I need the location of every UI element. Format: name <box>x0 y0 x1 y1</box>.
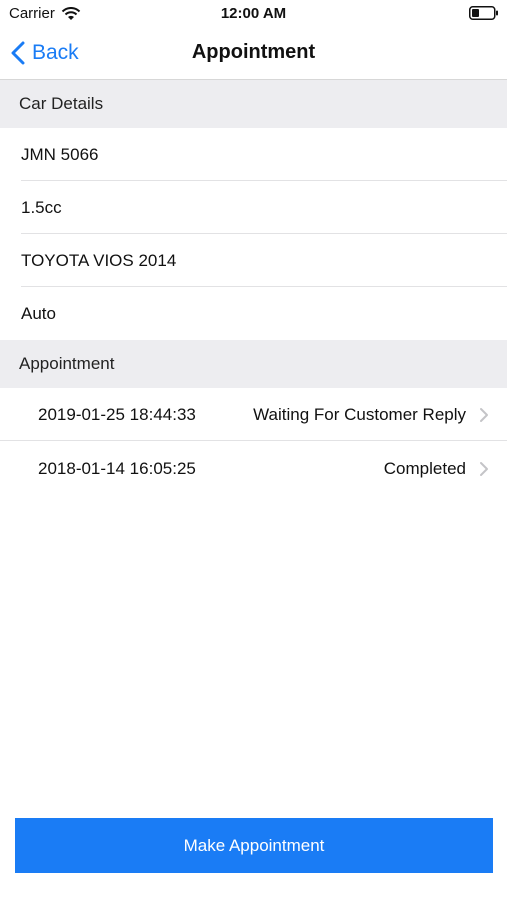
appointment-status: Completed <box>383 458 466 478</box>
appointment-row[interactable]: 2019-01-25 18:44:33 Waiting For Customer… <box>0 388 507 441</box>
car-engine-row: 1.5cc <box>0 181 507 234</box>
chevron-right-icon <box>479 407 489 423</box>
section-header-appointment: Appointment <box>0 340 507 388</box>
battery-icon <box>469 6 499 20</box>
car-engine: 1.5cc <box>21 197 62 217</box>
appointment-date: 2018-01-14 16:05:25 <box>38 458 196 478</box>
page-title: Appointment <box>191 41 316 63</box>
status-time: 12:00 AM <box>220 5 287 22</box>
car-transmission: Auto <box>21 303 56 323</box>
appointment-screen: Carrier 12:00 AM Back Appointment Car De… <box>0 0 507 900</box>
chevron-right-icon <box>479 461 489 477</box>
car-transmission-row: Auto <box>0 287 507 340</box>
section-header-label: Appointment <box>19 354 115 373</box>
appointment-status: Waiting For Customer Reply <box>253 404 466 424</box>
navigation-bar: Back Appointment <box>0 28 507 80</box>
battery-indicator <box>469 6 499 24</box>
car-plate-row: JMN 5066 <box>0 128 507 181</box>
car-plate: JMN 5066 <box>21 144 99 164</box>
row-divider <box>0 440 507 441</box>
car-model-row: TOYOTA VIOS 2014 <box>0 234 507 287</box>
appointment-date: 2019-01-25 18:44:33 <box>38 404 196 424</box>
appointment-row[interactable]: 2018-01-14 16:05:25 Completed <box>0 442 507 495</box>
make-appointment-button[interactable]: Make Appointment <box>15 818 493 873</box>
section-header-label: Car Details <box>19 94 104 113</box>
status-bar: Carrier 12:00 AM <box>0 0 507 28</box>
car-model: TOYOTA VIOS 2014 <box>21 250 177 270</box>
section-header-car-details: Car Details <box>0 80 507 128</box>
